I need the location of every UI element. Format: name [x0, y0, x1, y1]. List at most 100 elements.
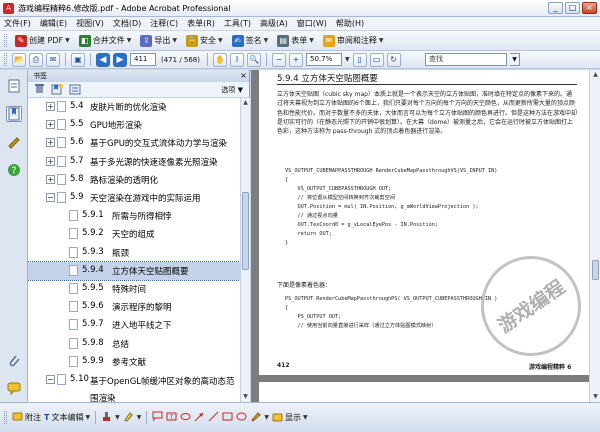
bookmark-item[interactable]: 5.9.8 总结	[28, 335, 240, 353]
bookmark-item[interactable]: − 5.9 天空渲染在游戏中的实际运用	[28, 189, 240, 207]
document-scrollbar-thumb[interactable]	[592, 260, 599, 280]
text-edit-button[interactable]: T 文本编辑 ▼	[44, 412, 90, 423]
chevron-down-icon[interactable]: ▼	[137, 414, 142, 421]
bookmark-item[interactable]: +5.5 GPU地形渲染	[28, 116, 240, 134]
forms-button[interactable]: ▤ 表单 ▼	[274, 33, 317, 48]
select-tool-icon[interactable]: I	[230, 52, 244, 67]
review-comment-button[interactable]: ✉ 审阅和注释 ▼	[320, 33, 387, 48]
bookmark-item[interactable]: 5.9.7 进入地平线之下	[28, 316, 240, 334]
search-dropdown-icon[interactable]: ▼	[510, 53, 520, 66]
bookmark-item[interactable]: +5.7 基于多光源的快速逐像素光照渲染	[28, 153, 240, 171]
bookmarks-tab-icon[interactable]	[6, 106, 22, 122]
scroll-up-icon[interactable]: ▲	[241, 98, 250, 108]
menu-comments[interactable]: 注释(C)	[150, 18, 178, 29]
next-page-icon[interactable]: ▶	[113, 52, 127, 67]
oval-tool-icon[interactable]	[236, 411, 247, 424]
collapse-icon[interactable]: −	[46, 193, 55, 202]
menu-file[interactable]: 文件(F)	[4, 18, 31, 29]
toolbar-grip[interactable]	[4, 53, 7, 66]
expand-icon[interactable]: +	[46, 120, 55, 130]
bookmark-item[interactable]: 5.9.2 天空的组成	[28, 225, 240, 243]
chevron-down-icon[interactable]: ▼	[345, 56, 350, 63]
minimize-button[interactable]: _	[548, 2, 563, 14]
maximize-button[interactable]: □	[565, 2, 580, 14]
bookmarks-scrollbar[interactable]: ▲ ▼	[240, 98, 250, 402]
zoom-out-icon[interactable]: −	[272, 52, 286, 67]
bookmark-item[interactable]: +5.4 皮肤片断的优化渲染	[28, 98, 240, 116]
callout-tool-icon[interactable]	[152, 411, 163, 424]
attachments-tab-icon[interactable]	[6, 352, 22, 368]
pages-tab-icon[interactable]	[6, 78, 22, 94]
arrow-tool-icon[interactable]	[194, 411, 205, 424]
expand-icon[interactable]: +	[46, 102, 55, 111]
bookmark-options-menu[interactable]: 选项 ▼	[221, 85, 243, 95]
menu-forms[interactable]: 表单(R)	[187, 18, 215, 29]
scroll-down-icon[interactable]: ▼	[591, 392, 600, 402]
menu-advanced[interactable]: 高级(A)	[260, 18, 288, 29]
export-button[interactable]: ⇪ 导出 ▼	[137, 33, 180, 48]
scroll-down-icon[interactable]: ▼	[241, 392, 250, 402]
bookmark-item[interactable]: +5.6 基于GPU的交互式流体动力学与渲染	[28, 134, 240, 152]
comments-tab-icon[interactable]	[6, 380, 22, 396]
rectangle-tool-icon[interactable]	[222, 411, 233, 424]
bookmark-item[interactable]: 5.9.3 瓶颈	[28, 244, 240, 262]
bookmark-item[interactable]: 5.9.4 立方体天空贴图概要	[28, 260, 240, 281]
page-number-input[interactable]: 411	[130, 53, 156, 66]
help-tab-icon[interactable]: ?	[6, 162, 22, 178]
fit-page-icon[interactable]: ▯	[352, 52, 367, 67]
create-pdf-button[interactable]: ✎ 创建 PDF ▼	[12, 33, 73, 48]
menu-window[interactable]: 窗口(W)	[297, 18, 327, 29]
scrollbar-thumb[interactable]	[242, 192, 249, 270]
zoom-level-input[interactable]: 50.7%	[306, 53, 342, 66]
expand-bookmark-icon[interactable]	[69, 83, 81, 97]
bookmark-item[interactable]: +5.8 路标渲染的透明化	[28, 171, 240, 189]
menu-document[interactable]: 文档(D)	[113, 18, 141, 29]
search-input[interactable]: 查找	[425, 53, 507, 66]
rotate-icon[interactable]: ↻	[386, 52, 401, 67]
previous-page-icon[interactable]: ◀	[96, 52, 110, 67]
menu-help[interactable]: 帮助(H)	[336, 18, 364, 29]
bookmark-item[interactable]: 5.9.6 演示程序的黎明	[28, 298, 240, 316]
bookmark-item[interactable]: 5.9.9 参考文献	[28, 353, 240, 371]
cloud-tool-icon[interactable]	[180, 411, 191, 424]
toolbar-grip[interactable]	[4, 411, 7, 424]
pencil-tool-icon[interactable]	[250, 411, 262, 424]
show-button[interactable]: 显示 ▼	[272, 412, 308, 423]
expand-icon[interactable]: +	[46, 174, 55, 184]
combine-files-button[interactable]: ◧ 合并文件 ▼	[76, 33, 135, 48]
print-icon[interactable]: ⎙	[29, 52, 43, 67]
scroll-up-icon[interactable]: ▲	[591, 70, 600, 80]
menu-edit[interactable]: 编辑(E)	[40, 18, 67, 29]
email-icon[interactable]: ✉	[46, 52, 60, 67]
save-icon[interactable]: ▣	[71, 52, 85, 67]
zoom-in-icon[interactable]: +	[289, 52, 303, 67]
zoom-tool-icon[interactable]: 🔍	[247, 52, 261, 67]
sign-button[interactable]: ✍ 签名 ▼	[229, 33, 272, 48]
document-view[interactable]: 5.9.4 立方体天空贴图概要 立方体天空贴图（cubic sky map）本质…	[251, 70, 600, 402]
toolbar-grip[interactable]	[4, 34, 7, 47]
close-icon[interactable]: ×	[238, 70, 249, 82]
delete-bookmark-icon[interactable]	[34, 83, 45, 96]
expand-icon[interactable]: +	[46, 156, 55, 166]
line-tool-icon[interactable]	[208, 411, 219, 424]
fit-width-icon[interactable]: ▭	[369, 52, 384, 67]
expand-icon[interactable]: +	[46, 138, 55, 148]
bookmark-item[interactable]: 5.9.1 所需与所得相悖	[28, 207, 240, 225]
expand-icon[interactable]: −	[46, 375, 55, 384]
document-scrollbar[interactable]: ▲ ▼	[589, 70, 600, 402]
text-box-tool-icon[interactable]: T	[166, 411, 177, 424]
menu-view[interactable]: 视图(V)	[76, 18, 104, 29]
new-bookmark-icon[interactable]	[51, 83, 63, 97]
secure-button[interactable]: 🔒 安全 ▼	[183, 33, 226, 48]
chevron-down-icon[interactable]: ▼	[264, 414, 269, 421]
bookmark-item-continuation[interactable]	[28, 389, 240, 402]
close-button[interactable]: ×	[582, 2, 597, 14]
bookmark-item[interactable]: 5.9.5 特殊时间	[28, 280, 240, 298]
highlight-tool-icon[interactable]	[123, 411, 134, 424]
hand-tool-icon[interactable]: ✋	[213, 52, 227, 67]
signatures-tab-icon[interactable]	[6, 134, 22, 150]
chevron-down-icon[interactable]: ▼	[115, 414, 120, 421]
stamp-tool-icon[interactable]	[101, 411, 112, 424]
menu-tools[interactable]: 工具(T)	[224, 18, 251, 29]
note-button[interactable]: 附注	[12, 412, 41, 423]
